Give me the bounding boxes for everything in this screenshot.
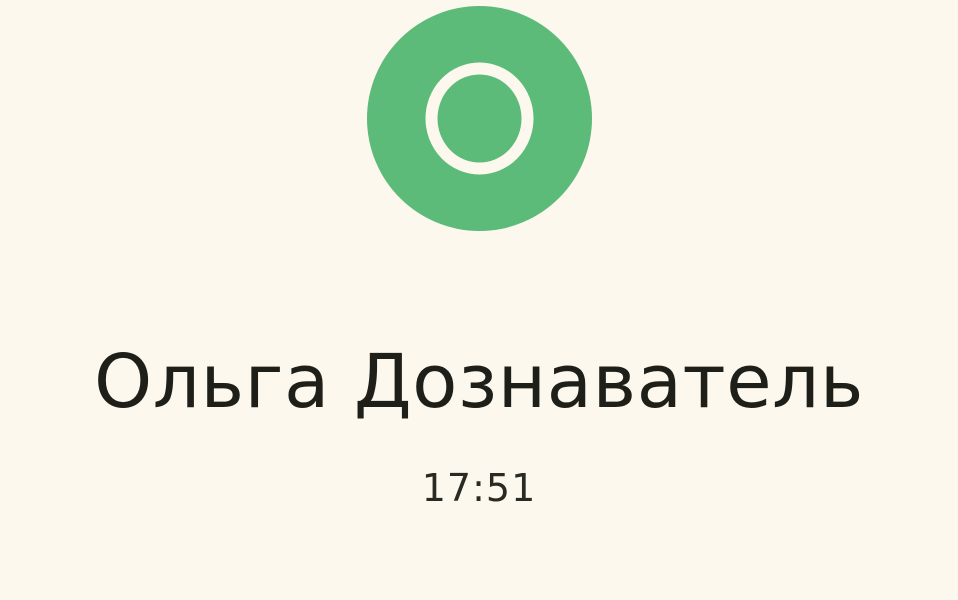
avatar-letter-o	[425, 62, 534, 175]
call-screen: Ольга Дознаватель 17:51	[0, 0, 958, 600]
caller-name: Ольга Дознаватель	[93, 339, 865, 425]
caller-avatar	[367, 6, 592, 231]
call-duration: 17:51	[421, 466, 537, 510]
